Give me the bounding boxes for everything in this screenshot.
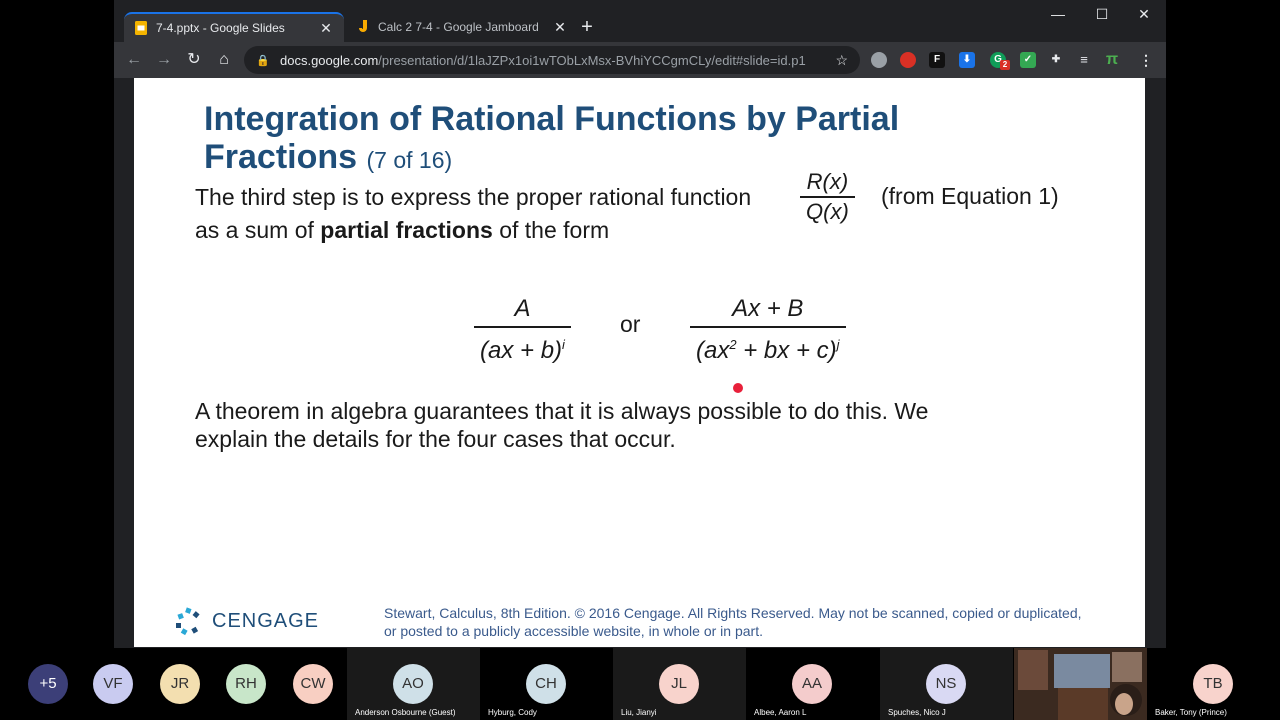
extension-circle-icon[interactable]	[871, 52, 887, 68]
fraction-denominator: (ax2 + bx + c)j	[696, 336, 840, 364]
quadratic-partial-fraction: Ax + B (ax2 + bx + c)j	[690, 292, 846, 368]
paragraph-1-line-2: as a sum of partial fractions of the for…	[195, 217, 610, 243]
rational-function-fraction: R(x) Q(x)	[800, 168, 855, 226]
reading-list-icon[interactable]: ≡	[1076, 52, 1092, 68]
tab-google-slides[interactable]: 7-4.pptx - Google Slides ✕	[124, 12, 344, 42]
tab-title: Calc 2 7-4 - Google Jamboard	[378, 20, 539, 34]
tab-strip: 7-4.pptx - Google Slides ✕ Calc 2 7-4 - …	[114, 0, 1166, 42]
jamboard-icon	[356, 20, 370, 34]
extensions-puzzle-icon[interactable]: ✚	[1048, 52, 1064, 68]
window-close-icon[interactable]: ✕	[1122, 0, 1166, 30]
more-participants-avatar[interactable]: +5	[28, 664, 68, 704]
slide-counter: (7 of 16)	[366, 147, 453, 173]
extension-download-icon[interactable]: ⬇	[959, 52, 975, 68]
participant-tile[interactable]: TB Baker, Tony (Prince)	[1147, 648, 1280, 720]
avatar: AA	[792, 664, 832, 704]
title-word: Fractions	[204, 138, 358, 176]
participant-name: Liu, Jianyi	[621, 708, 657, 717]
avatar[interactable]: JR	[160, 664, 200, 704]
slides-icon	[134, 21, 148, 35]
bookmark-star-icon[interactable]: ☆	[835, 52, 848, 69]
logo-text: CENGAGE	[212, 609, 320, 632]
participant-name: Hyburg, Cody	[488, 708, 537, 717]
fraction-numerator: A	[514, 295, 531, 322]
laser-pointer-dot	[733, 383, 743, 393]
close-icon[interactable]: ✕	[318, 20, 334, 37]
avatar: AO	[393, 664, 433, 704]
participant-name: Anderson Osbourne (Guest)	[355, 708, 456, 717]
avatar: CH	[526, 664, 566, 704]
title-line-2: Fractions (7 of 16)	[204, 138, 1004, 179]
participant-tile[interactable]: NS Spuches, Nico J	[880, 648, 1013, 720]
fraction-numerator: R(x)	[806, 169, 849, 194]
copyright-notice: Stewart, Calculus, 8th Edition. © 2016 C…	[384, 605, 1082, 639]
reload-icon[interactable]: ↻	[182, 48, 206, 72]
avatar: JL	[659, 664, 699, 704]
url-host: docs.google.com	[280, 52, 379, 68]
forward-icon[interactable]: →	[152, 48, 176, 72]
avatar[interactable]: CW	[293, 664, 333, 704]
exponent: j	[836, 336, 840, 352]
partial-fractions-term: partial fractions	[320, 217, 493, 243]
extension-grammarly-icon[interactable]: G 2	[990, 52, 1010, 70]
fraction-denominator: Q(x)	[806, 198, 849, 224]
avatar[interactable]: VF	[93, 664, 133, 704]
back-icon[interactable]: ←	[122, 48, 146, 72]
participant-name: Albee, Aaron L	[754, 708, 807, 717]
participant-tile[interactable]: CH Hyburg, Cody	[480, 648, 613, 720]
paragraph-2-line-2: explain the details for the four cases t…	[195, 426, 676, 452]
lock-icon: 🔒	[256, 54, 270, 67]
cengage-logo: CENGAGE	[174, 606, 319, 636]
tab-title: 7-4.pptx - Google Slides	[156, 21, 285, 35]
avatar: NS	[926, 664, 966, 704]
paragraph-1-line-1: The third step is to express the proper …	[195, 184, 752, 210]
participant-tile[interactable]: AA Albee, Aaron L	[746, 648, 879, 720]
maximize-icon[interactable]: ☐	[1080, 0, 1124, 30]
slide-title: Integration of Rational Functions by Par…	[204, 100, 1004, 179]
avatar: TB	[1193, 664, 1233, 704]
pi-extension-icon[interactable]: π	[1104, 52, 1120, 68]
participant-tile[interactable]: JL Liu, Jianyi	[613, 648, 746, 720]
address-bar[interactable]: 🔒 docs.google.com /presentation/d/1laJZP…	[244, 46, 860, 74]
url-path: /presentation/d/1laJZPx1oi1wTObLxMsx-BVh…	[378, 52, 806, 68]
browser-toolbar: ← → ↻ ⌂ 🔒 docs.google.com /presentation/…	[114, 42, 1166, 78]
minimize-icon[interactable]: —	[1036, 0, 1080, 30]
cengage-logo-icon	[174, 606, 204, 636]
or-label: or	[620, 311, 641, 337]
paragraph-2-line-1: A theorem in algebra guarantees that it …	[195, 398, 929, 424]
fraction-denominator: (ax + b)i	[480, 336, 565, 364]
participant-video-feed[interactable]	[1014, 648, 1147, 720]
extension-check-icon[interactable]: ✓	[1020, 52, 1036, 68]
participant-name: Baker, Tony (Prince)	[1155, 708, 1227, 717]
title-line-1: Integration of Rational Functions by Par…	[204, 100, 900, 138]
extension-f-icon[interactable]: F	[929, 52, 945, 68]
close-icon[interactable]: ✕	[552, 19, 568, 36]
square-exponent: 2	[729, 336, 737, 352]
extension-badge: 2	[1000, 60, 1010, 70]
participant-tile[interactable]: AO Anderson Osbourne (Guest)	[347, 648, 480, 720]
participant-name: Spuches, Nico J	[888, 708, 946, 717]
exponent: i	[562, 336, 565, 352]
linear-partial-fraction: A (ax + b)i	[474, 292, 571, 368]
slide-canvas: Integration of Rational Functions by Par…	[134, 78, 1145, 647]
extension-shield-icon[interactable]	[900, 52, 916, 68]
home-icon[interactable]: ⌂	[212, 48, 236, 72]
new-tab-button[interactable]: +	[576, 14, 598, 40]
menu-kebab-icon[interactable]: ⋮	[1138, 52, 1154, 68]
avatar[interactable]: RH	[226, 664, 266, 704]
paragraph-1-equation-ref: (from Equation 1)	[881, 183, 1059, 209]
fraction-numerator: Ax + B	[732, 295, 804, 322]
tab-jamboard[interactable]: Calc 2 7-4 - Google Jamboard ✕	[346, 12, 578, 42]
